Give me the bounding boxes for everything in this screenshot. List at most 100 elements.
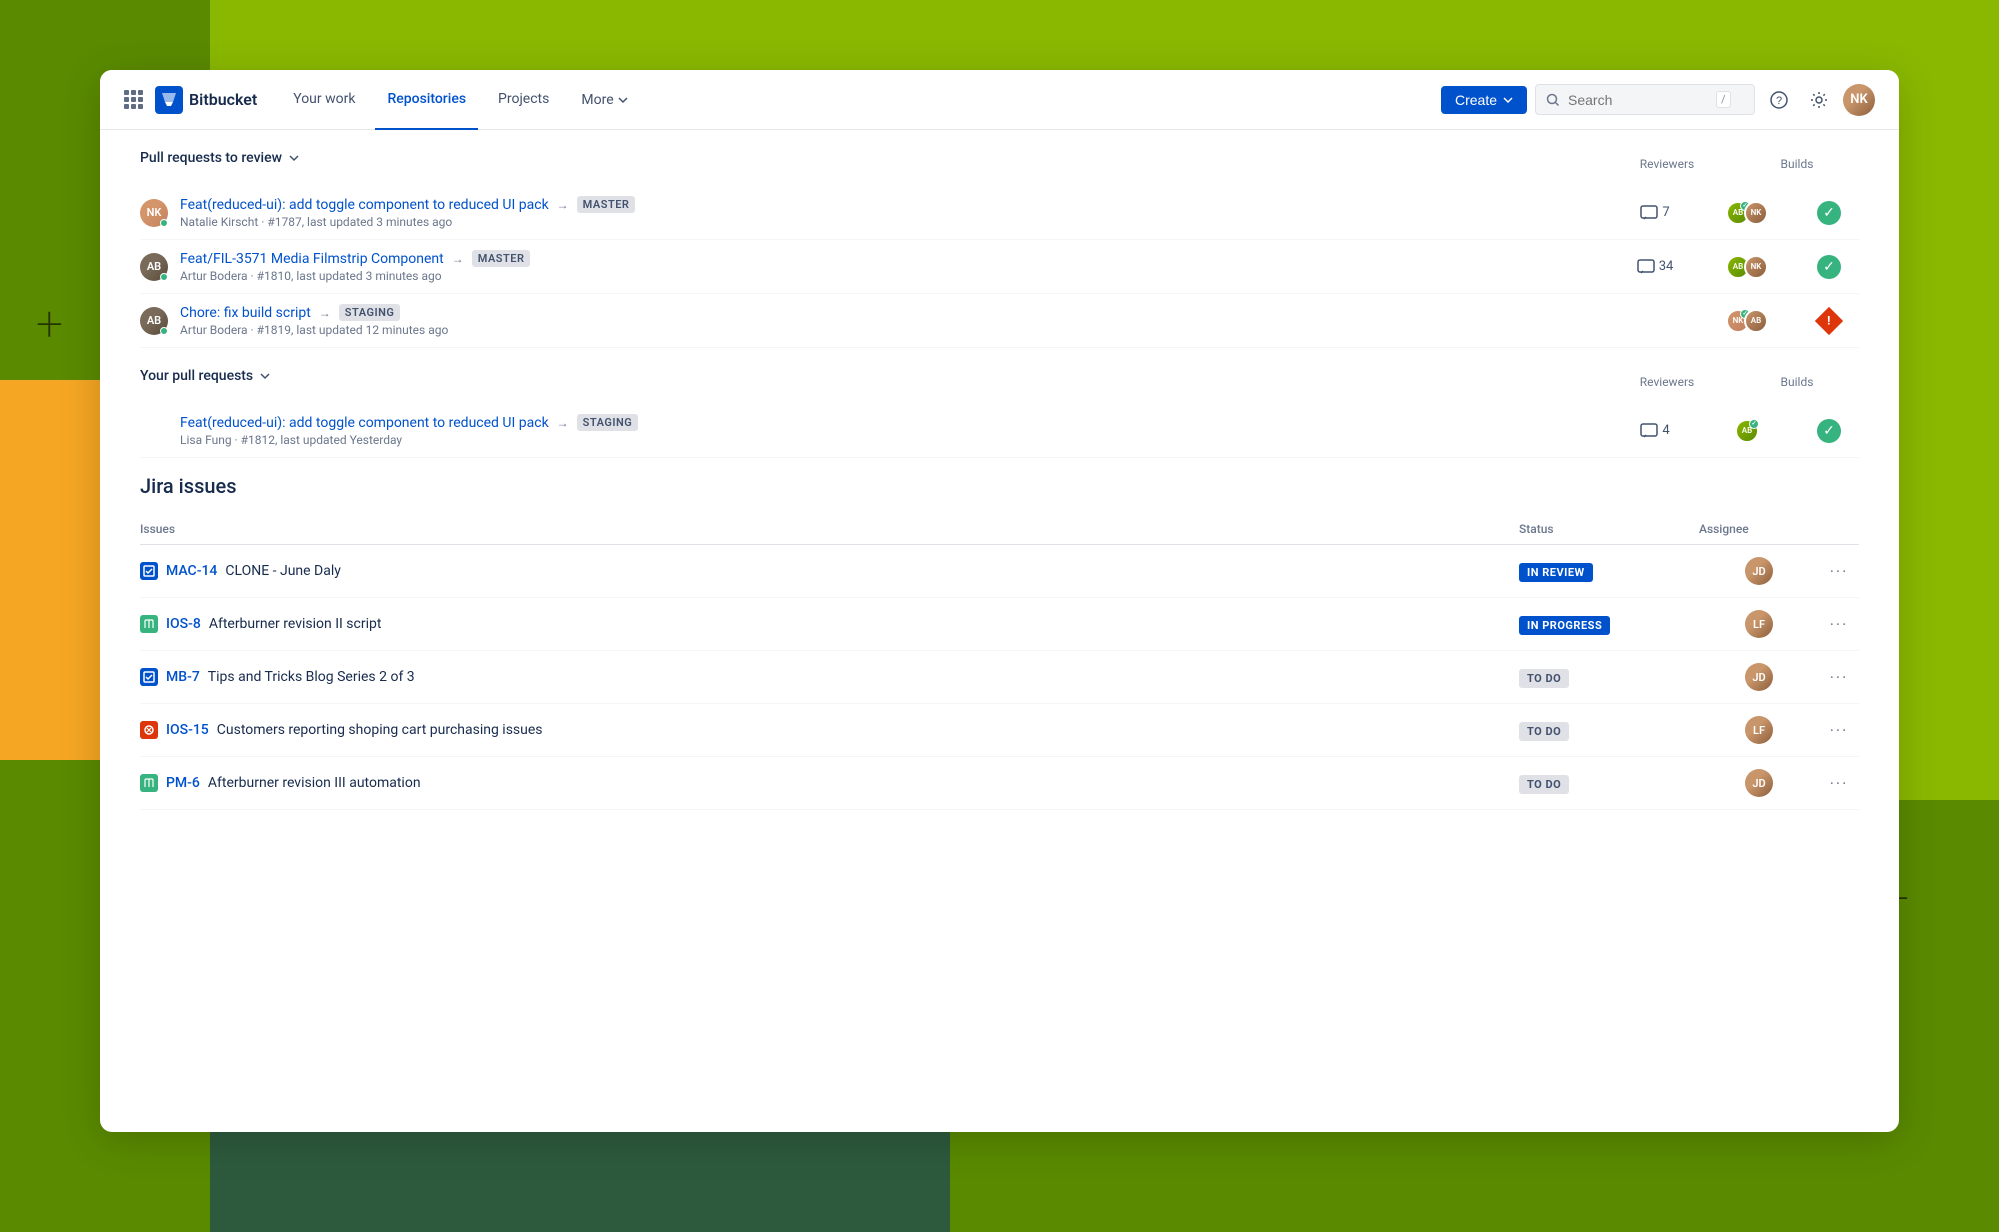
pr-comments: 34 [1615,259,1695,275]
issue-row: IOS-15 Customers reporting shoping cart … [140,704,1859,757]
pr-title[interactable]: Feat/FIL-3571 Media Filmstrip Component … [180,250,1603,267]
pr-title-text: Feat(reduced-ui): add toggle component t… [180,415,549,431]
pr-info: Feat(reduced-ui): add toggle component t… [180,196,1603,229]
pr-title-text: Feat(reduced-ui): add toggle component t… [180,197,549,213]
issue-name: Customers reporting shoping cart purchas… [217,722,543,738]
pr-arrow: → [452,252,464,266]
pr-review-section-header[interactable]: Pull requests to review [140,150,300,166]
reviewer-avatar: AB [1735,419,1759,443]
more-options-button[interactable]: ··· [1819,721,1859,740]
help-button[interactable]: ? [1763,84,1795,116]
more-options-button[interactable]: ··· [1819,615,1859,634]
pr-comments: 4 [1615,423,1695,439]
your-pr-section-header[interactable]: Your pull requests [140,368,271,384]
navbar: Bitbucket Your work Repositories Project… [100,70,1899,130]
bitbucket-logo-text: Bitbucket [189,90,257,109]
user-avatar[interactable]: NK [1843,84,1875,116]
chevron-down-icon [288,152,300,164]
your-pull-requests-section: Your pull requests Reviewers Builds Feat… [140,368,1859,458]
jira-issues-section: Jira issues Issues Status Assignee MAC-1… [140,474,1859,810]
search-bar[interactable]: / [1535,84,1755,115]
pr-arrow: → [557,416,569,430]
status-badge: IN PROGRESS [1519,616,1610,635]
pr-title[interactable]: Feat(reduced-ui): add toggle component t… [180,414,1603,431]
issue-status: TO DO [1519,720,1699,741]
issue-name: Afterburner revision III automation [208,775,421,791]
pr-reviewers: NK AB [1707,309,1787,333]
assignee-avatar: LF [1745,716,1773,744]
story-icon [140,774,158,792]
issue-key[interactable]: MB-7 [166,669,200,685]
pr-review-row: AB Feat/FIL-3571 Media Filmstrip Compone… [140,240,1859,294]
comment-icon [1640,423,1658,439]
pr-author-avatar: NK [140,199,168,227]
settings-button[interactable] [1803,84,1835,116]
issue-title: IOS-15 Customers reporting shoping cart … [140,721,1519,739]
status-badge: IN REVIEW [1519,563,1593,582]
pr-branch-badge: MASTER [577,196,636,213]
chevron-down-icon [618,95,628,105]
online-status-dot [160,219,168,227]
assignee-col: JD [1699,663,1819,691]
issue-key[interactable]: IOS-15 [166,722,209,738]
assignee-avatar: JD [1745,557,1773,585]
reviewer-avatar: NK [1744,255,1768,279]
issue-row: IOS-8 Afterburner revision II script IN … [140,598,1859,651]
issue-key[interactable]: IOS-8 [166,616,201,632]
pr-author-avatar: AB [140,253,168,281]
status-badge: TO DO [1519,669,1569,688]
nav-repositories[interactable]: Repositories [375,70,478,130]
more-options-button[interactable]: ··· [1819,668,1859,687]
pr-meta: Artur Bodera · #1810, last updated 3 min… [180,269,1603,283]
builds-col-header: Builds [1767,157,1827,171]
svg-text:?: ? [1776,95,1782,107]
bug-icon [140,721,158,739]
build-success-icon: ✓ [1817,201,1841,225]
build-success-icon: ✓ [1817,255,1841,279]
more-options-button[interactable]: ··· [1819,774,1859,793]
reviewers-col-header: Reviewers [1627,375,1707,389]
pr-title[interactable]: Feat(reduced-ui): add toggle component t… [180,196,1603,213]
pr-reviewers: AB NK [1707,201,1787,225]
issue-key[interactable]: PM-6 [166,775,200,791]
search-kbd: / [1716,91,1731,108]
more-options-button[interactable]: ··· [1819,562,1859,581]
comment-icon [1637,259,1655,275]
issue-status: TO DO [1519,773,1699,794]
pr-review-row: NK Feat(reduced-ui): add toggle componen… [140,186,1859,240]
pr-arrow: → [557,198,569,212]
main-card: Bitbucket Your work Repositories Project… [100,70,1899,1132]
issue-name: Tips and Tricks Blog Series 2 of 3 [208,669,415,685]
issue-title: PM-6 Afterburner revision III automation [140,774,1519,792]
nav-more[interactable]: More [569,70,639,130]
issue-row: MAC-14 CLONE - June Daly IN REVIEW JD ··… [140,545,1859,598]
create-button[interactable]: Create [1441,86,1527,114]
pr-build: ✓ [1799,255,1859,279]
issue-key[interactable]: MAC-14 [166,563,217,579]
grid-menu-icon[interactable] [124,90,143,109]
nav-your-work[interactable]: Your work [281,70,367,130]
reviewer-avatar: NK [1744,201,1768,225]
pr-title[interactable]: Chore: fix build script → STAGING [180,304,1603,321]
pr-title-text: Chore: fix build script [180,305,311,321]
pr-build: ✓ [1799,419,1859,443]
assignee-avatar: LF [1745,610,1773,638]
task-icon [140,562,158,580]
search-input[interactable] [1568,92,1708,108]
pull-requests-to-review-section: Pull requests to review Reviewers Builds… [140,150,1859,348]
story-icon [140,615,158,633]
pr-arrow: → [319,306,331,320]
issue-status: IN PROGRESS [1519,614,1699,635]
chevron-down-icon [259,370,271,382]
status-badge: TO DO [1519,775,1569,794]
logo[interactable]: Bitbucket [155,86,257,114]
nav-projects[interactable]: Projects [486,70,561,130]
gear-icon [1810,91,1828,109]
builds-col-header: Builds [1767,375,1827,389]
assignee-avatar: JD [1745,663,1773,691]
pr-build: ✓ [1799,201,1859,225]
decorative-plus-3: + [36,300,63,348]
online-status-dot [160,273,168,281]
bitbucket-logo-icon [155,86,183,114]
pr-review-row: AB Chore: fix build script → STAGING Art… [140,294,1859,348]
